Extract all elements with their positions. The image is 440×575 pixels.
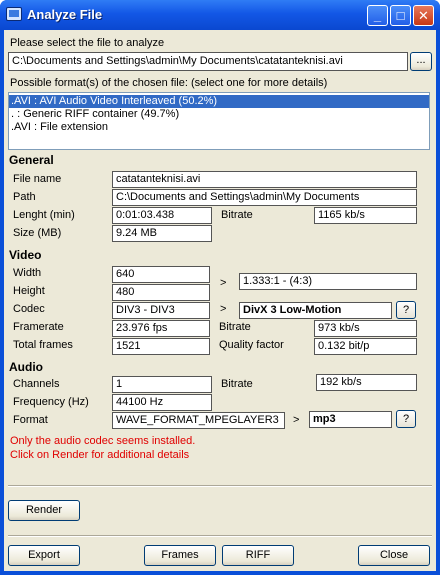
render-button[interactable]: Render xyxy=(8,500,80,521)
browse-button[interactable]: ... xyxy=(410,52,432,71)
separator xyxy=(8,485,432,487)
video-heading: Video xyxy=(9,248,42,262)
codec-name-value: DivX 3 Low-Motion xyxy=(239,302,392,319)
format-arrow: > xyxy=(293,414,300,426)
video-bitrate-value: 973 kb/s xyxy=(314,320,417,337)
render-hint-message: Click on Render for additional details xyxy=(10,449,190,461)
aspect-arrow: > xyxy=(220,277,227,289)
format-label: Format xyxy=(13,414,48,426)
frequency-value: 44100 Hz xyxy=(112,394,212,411)
path-value: C:\Documents and Settings\admin\My Docum… xyxy=(112,189,417,206)
maximize-button[interactable]: □ xyxy=(390,5,411,26)
frames-button[interactable]: Frames xyxy=(144,545,216,566)
format-name-value: mp3 xyxy=(309,411,392,428)
formats-listbox[interactable]: .AVI : AVI Audio Video Interleaved (50.2… xyxy=(8,92,430,150)
video-bitrate-label: Bitrate xyxy=(219,321,251,333)
length-label: Lenght (min) xyxy=(13,209,75,221)
formats-label: Possible format(s) of the chosen file: (… xyxy=(10,77,328,89)
title-bar[interactable]: Analyze File _ □ ✕ xyxy=(0,0,440,30)
format-value: WAVE_FORMAT_MPEGLAYER3 xyxy=(112,412,285,429)
codec-arrow: > xyxy=(220,303,227,315)
channels-label: Channels xyxy=(13,378,60,390)
file-path-input[interactable]: C:\Documents and Settings\admin\My Docum… xyxy=(8,52,408,71)
audio-bitrate-value: 192 kb/s xyxy=(316,374,417,391)
general-heading: General xyxy=(9,153,54,167)
framerate-label: Framerate xyxy=(13,321,64,333)
frequency-label: Frequency (Hz) xyxy=(13,396,89,408)
codec-warning-message: Only the audio codec seems installed. xyxy=(10,435,196,447)
dialog-body: Please select the file to analyze C:\Doc… xyxy=(4,30,436,571)
riff-button[interactable]: RIFF xyxy=(222,545,294,566)
codec-help-button[interactable]: ? xyxy=(396,301,416,319)
framerate-value: 23.976 fps xyxy=(112,320,210,337)
file-name-value: catatanteknisi.avi xyxy=(112,171,417,188)
total-frames-label: Total frames xyxy=(13,339,73,351)
codec-label: Codec xyxy=(13,303,45,315)
window-title: Analyze File xyxy=(27,7,103,22)
file-prompt-label: Please select the file to analyze xyxy=(10,37,165,49)
close-window-button[interactable]: ✕ xyxy=(413,5,434,26)
quality-value: 0.132 bit/p xyxy=(314,338,417,355)
length-value: 0:01:03.438 xyxy=(112,207,212,224)
minimize-button[interactable]: _ xyxy=(367,5,388,26)
height-label: Height xyxy=(13,285,45,297)
analyze-file-window: Analyze File _ □ ✕ Please select the fil… xyxy=(0,0,440,575)
quality-label: Quality factor xyxy=(219,339,284,351)
size-label: Size (MB) xyxy=(13,227,62,239)
audio-heading: Audio xyxy=(9,360,43,374)
path-label: Path xyxy=(13,191,36,203)
total-frames-value: 1521 xyxy=(112,338,210,355)
separator xyxy=(8,535,432,537)
height-value: 480 xyxy=(112,284,210,301)
general-bitrate-label: Bitrate xyxy=(221,209,253,221)
app-icon xyxy=(6,7,22,21)
format-item-avi[interactable]: .AVI : AVI Audio Video Interleaved (50.2… xyxy=(9,95,429,108)
channels-value: 1 xyxy=(112,376,212,393)
size-value: 9.24 MB xyxy=(112,225,212,242)
format-item-riff[interactable]: . : Generic RIFF container (49.7%) xyxy=(9,108,429,121)
format-help-button[interactable]: ? xyxy=(396,410,416,428)
audio-bitrate-label: Bitrate xyxy=(221,378,253,390)
close-button[interactable]: Close xyxy=(358,545,430,566)
aspect-value: 1.333:1 - (4:3) xyxy=(239,273,417,290)
export-button[interactable]: Export xyxy=(8,545,80,566)
general-bitrate-value: 1165 kb/s xyxy=(314,207,417,224)
width-value: 640 xyxy=(112,266,210,283)
codec-value: DIV3 - DIV3 xyxy=(112,302,210,319)
width-label: Width xyxy=(13,267,42,279)
file-name-label: File name xyxy=(13,173,62,185)
format-item-extension[interactable]: .AVI : File extension xyxy=(9,121,429,134)
